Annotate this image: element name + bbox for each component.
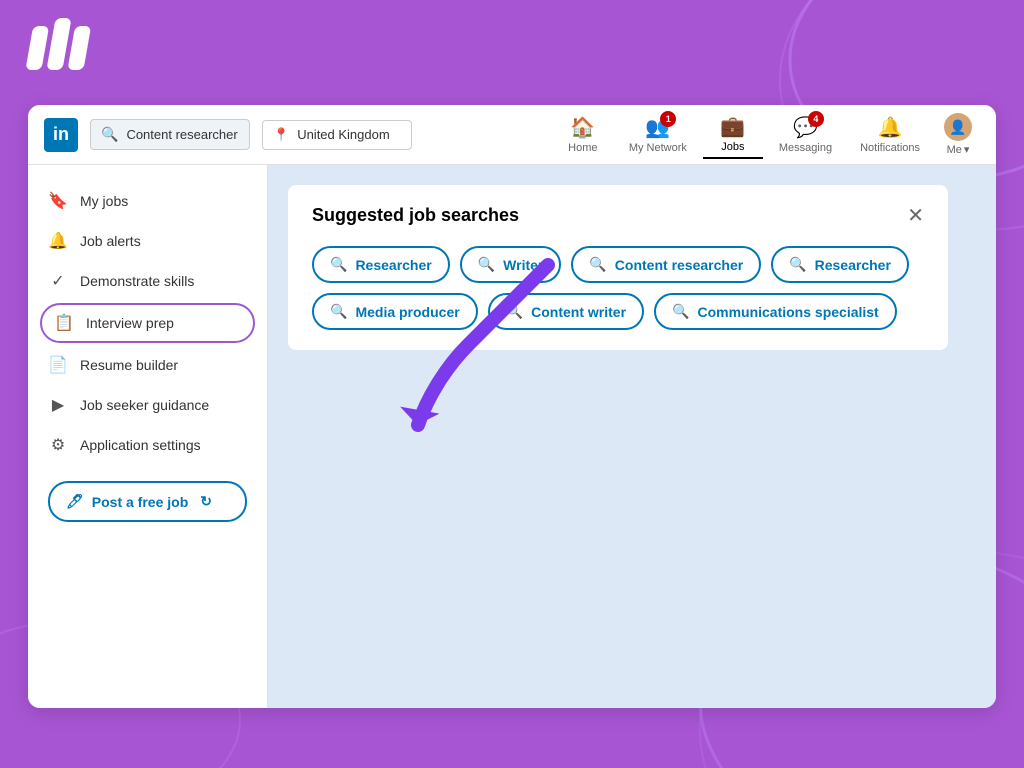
document-icon: 📋 [54,313,74,333]
sidebar-label-application-settings: Application settings [80,437,201,453]
suggested-jobs-panel: Suggested job searches ✕ 🔍 Researcher 🔍 … [288,185,948,350]
sidebar: 🔖 My jobs 🔔 Job alerts ✓ Demonstrate ski… [28,165,268,708]
chip-researcher-1[interactable]: 🔍 Researcher [312,246,450,283]
sidebar-label-job-alerts: Job alerts [80,233,141,249]
sidebar-item-job-alerts[interactable]: 🔔 Job alerts [28,221,267,261]
chip-search-icon-6: 🔍 [506,303,523,320]
network-icon: 👥 1 [645,115,670,140]
chip-media-producer[interactable]: 🔍 Media producer [312,293,478,330]
gear-icon: ⚙ [48,435,68,455]
nav-item-jobs[interactable]: 💼 Jobs [703,110,763,159]
chip-search-icon-1: 🔍 [330,256,347,273]
nav-item-network[interactable]: 👥 1 My Network [617,111,699,158]
chip-search-icon-7: 🔍 [672,303,689,320]
chip-label-researcher-2: Researcher [815,257,891,273]
panel-title: Suggested job searches [312,205,519,226]
panel-header: Suggested job searches ✕ [312,205,924,226]
chip-search-icon-3: 🔍 [589,256,606,273]
post-job-icon: 🖊 [66,493,84,510]
search-icon: 🔍 [101,126,118,143]
check-icon: ✓ [48,271,68,291]
linkedin-header: in 🔍 Content researcher 📍 United Kingdom… [28,105,996,165]
nav-item-me[interactable]: 👤 Me ▾ [936,109,980,160]
chip-label-communications-specialist: Communications specialist [697,304,878,320]
nav-label-me: Me ▾ [947,143,970,156]
job-chips-container: 🔍 Researcher 🔍 Writer 🔍 Content research… [312,246,924,330]
page-icon: 📄 [48,355,68,375]
sidebar-item-my-jobs[interactable]: 🔖 My jobs [28,181,267,221]
sidebar-item-resume-builder[interactable]: 📄 Resume builder [28,345,267,385]
chip-content-writer[interactable]: 🔍 Content writer [488,293,644,330]
chip-label-content-researcher: Content researcher [615,257,743,273]
sidebar-label-demonstrate-skills: Demonstrate skills [80,273,194,289]
notifications-icon: 🔔 [878,115,903,140]
main-content: Suggested job searches ✕ 🔍 Researcher 🔍 … [268,165,996,708]
sidebar-item-demonstrate-skills[interactable]: ✓ Demonstrate skills [28,261,267,301]
main-card: in 🔍 Content researcher 📍 United Kingdom… [28,105,996,708]
messaging-badge: 4 [808,111,824,127]
chip-search-icon-5: 🔍 [330,303,347,320]
post-free-job-button[interactable]: 🖊 Post a free job ↻ [48,481,247,522]
search-bar[interactable]: 🔍 Content researcher [90,119,250,150]
nav-item-notifications[interactable]: 🔔 Notifications [848,111,932,158]
chip-label-writer: Writer [503,257,543,273]
sidebar-item-application-settings[interactable]: ⚙ Application settings [28,425,267,465]
location-pin-icon: 📍 [273,127,289,143]
location-bar[interactable]: 📍 United Kingdom [262,120,412,150]
jobs-icon: 💼 [720,114,745,139]
home-icon: 🏠 [570,115,595,140]
chip-writer[interactable]: 🔍 Writer [460,246,562,283]
messaging-icon: 💬 4 [793,115,818,140]
chip-communications-specialist[interactable]: 🔍 Communications specialist [654,293,897,330]
close-button[interactable]: ✕ [907,206,924,226]
avatar: 👤 [944,113,972,141]
post-job-label: Post a free job [92,494,188,510]
chevron-down-icon: ▾ [964,143,970,156]
chip-content-researcher[interactable]: 🔍 Content researcher [571,246,761,283]
nav-label-jobs: Jobs [721,141,744,153]
bell-icon: 🔔 [48,231,68,251]
loading-icon: ↻ [200,493,212,510]
location-value: United Kingdom [297,127,390,142]
brand-logo [30,18,88,70]
sidebar-item-interview-prep[interactable]: 📋 Interview prep [40,303,255,343]
chip-label-content-writer: Content writer [531,304,626,320]
nav-items: 🏠 Home 👥 1 My Network 💼 Jobs 💬 4 Me [553,109,980,160]
chip-label-researcher-1: Researcher [355,257,431,273]
sidebar-label-my-jobs: My jobs [80,193,128,209]
nav-label-messaging: Messaging [779,142,832,154]
card-body: 🔖 My jobs 🔔 Job alerts ✓ Demonstrate ski… [28,165,996,708]
bookmark-icon: 🔖 [48,191,68,211]
sidebar-label-interview-prep: Interview prep [86,315,174,331]
linkedin-logo[interactable]: in [44,118,78,152]
search-value: Content researcher [126,127,237,142]
chip-search-icon-4: 🔍 [789,256,806,273]
sidebar-label-job-seeker-guidance: Job seeker guidance [80,397,209,413]
nav-label-home: Home [568,142,597,154]
nav-item-home[interactable]: 🏠 Home [553,111,613,158]
chip-search-icon-2: 🔍 [478,256,495,273]
nav-label-notifications: Notifications [860,142,920,154]
chip-researcher-2[interactable]: 🔍 Researcher [771,246,909,283]
network-badge: 1 [660,111,676,127]
play-icon: ▶ [48,395,68,415]
sidebar-item-job-seeker-guidance[interactable]: ▶ Job seeker guidance [28,385,267,425]
nav-item-messaging[interactable]: 💬 4 Messaging [767,111,844,158]
chip-label-media-producer: Media producer [355,304,459,320]
sidebar-label-resume-builder: Resume builder [80,357,178,373]
nav-label-network: My Network [629,142,687,154]
